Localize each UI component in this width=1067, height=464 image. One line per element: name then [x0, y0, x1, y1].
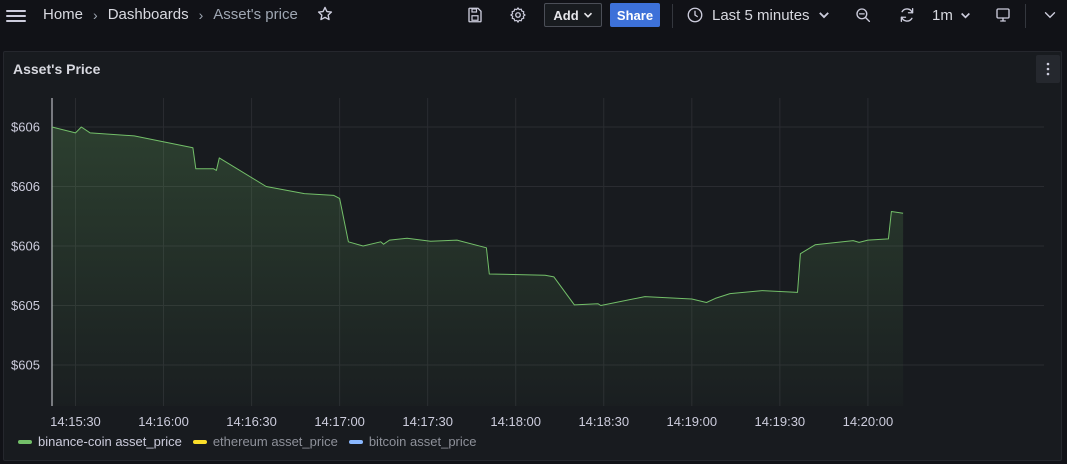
x-tick-label: 14:19:30: [755, 414, 806, 429]
x-tick-label: 14:16:30: [226, 414, 277, 429]
x-tick-label: 14:17:00: [314, 414, 365, 429]
legend-swatch: [192, 439, 207, 444]
asset-price-chart[interactable]: $606$606$606$605$605 14:15:30 14:16:00 14:…: [0, 0, 1067, 464]
legend-swatch: [18, 439, 32, 444]
legend-label: binance-coin asset_price: [38, 434, 182, 449]
y-tick-label: $605: [11, 358, 40, 373]
x-tick-label: 14:18:00: [490, 414, 541, 429]
series-area-fill: [52, 127, 904, 406]
legend-item[interactable]: ethereum asset_price: [192, 434, 338, 449]
x-axis: 14:15:30 14:16:00 14:16:30 14:17:00 14:17:30…: [50, 414, 893, 429]
y-tick-label: $606: [11, 179, 40, 194]
legend-item[interactable]: binance-coin asset_price: [18, 434, 182, 449]
x-tick-label: 14:18:30: [578, 414, 629, 429]
x-tick-label: 14:15:30: [50, 414, 101, 429]
y-axis: $606 $606 $606 $605 $605: [11, 98, 53, 406]
x-tick-label: 14:19:00: [667, 414, 718, 429]
chart-series: [51, 126, 904, 406]
legend-label: bitcoin asset_price: [368, 434, 477, 449]
x-tick-label: 14:16:00: [138, 414, 189, 429]
legend-item[interactable]: bitcoin asset_price: [348, 434, 477, 449]
chart-legend: binance-coin asset_price ethereum asset_p…: [18, 434, 488, 449]
legend-label: ethereum asset_price: [212, 434, 338, 449]
y-tick-label: $605: [11, 298, 40, 313]
x-tick-label: 14:20:00: [843, 414, 894, 429]
legend-swatch: [348, 439, 363, 444]
y-tick-label: $606: [11, 239, 40, 254]
x-tick-label: 14:17:30: [402, 414, 453, 429]
y-tick-label: $606: [11, 120, 40, 135]
